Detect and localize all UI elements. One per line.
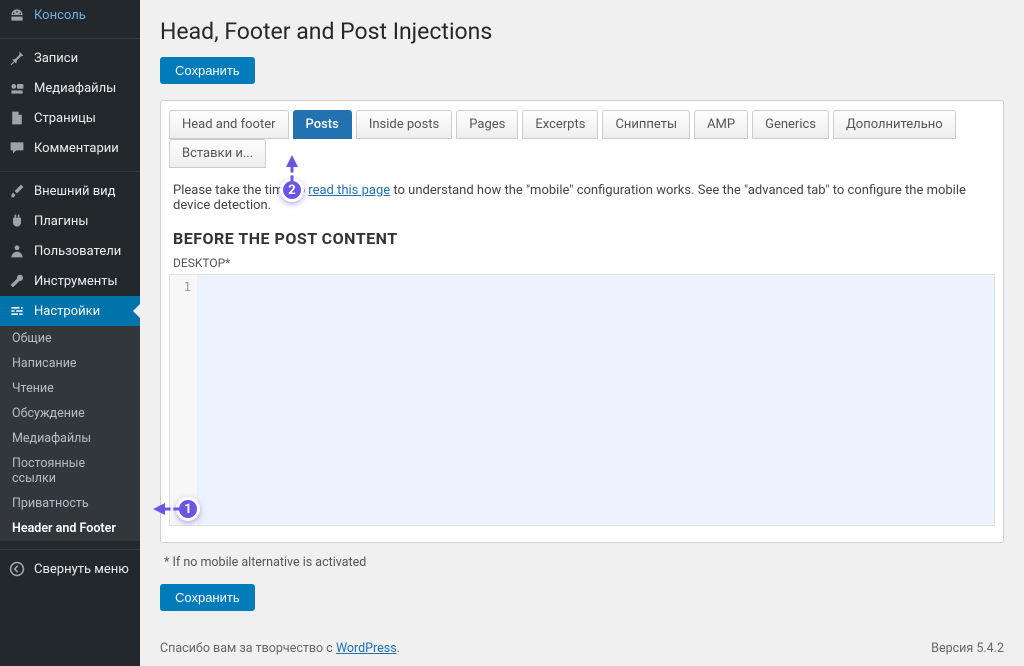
menu-label: Плагины xyxy=(34,214,88,229)
menu-label: Инструменты xyxy=(34,274,118,289)
menu-label: Внешний вид xyxy=(34,184,116,199)
submenu-privacy[interactable]: Приватность xyxy=(0,491,140,516)
tab-inside-posts[interactable]: Inside posts xyxy=(356,110,452,139)
settings-submenu: Общие Написание Чтение Обсуждение Медиаф… xyxy=(0,326,140,541)
menu-item-tools[interactable]: Инструменты xyxy=(0,266,140,296)
callout-badge-1: 1 xyxy=(176,497,200,521)
menu-item-plugins[interactable]: Плагины xyxy=(0,206,140,236)
menu-item-users[interactable]: Пользователи xyxy=(0,236,140,266)
save-button-top[interactable]: Сохранить xyxy=(160,57,255,84)
wordpress-link[interactable]: WordPress xyxy=(336,641,397,656)
menu-label: Страницы xyxy=(34,111,96,126)
menu-item-comments[interactable]: Комментарии xyxy=(0,133,140,163)
tab-excerpts[interactable]: Excerpts xyxy=(522,110,598,139)
submenu-general[interactable]: Общие xyxy=(0,326,140,351)
editor-gutter: 1 xyxy=(170,275,198,525)
footnote: * If no mobile alternative is activated xyxy=(160,543,1004,570)
submenu-permalinks[interactable]: Постоянные ссылки xyxy=(0,451,140,491)
tab-generics[interactable]: Generics xyxy=(752,110,829,139)
menu-item-media[interactable]: Медиафайлы xyxy=(0,73,140,103)
collapse-icon xyxy=(8,560,26,578)
pin-icon xyxy=(8,49,26,67)
tab-head-footer[interactable]: Head and footer xyxy=(169,110,289,139)
media-icon xyxy=(8,79,26,97)
menu-label: Настройки xyxy=(34,304,100,319)
tab-snippets[interactable]: Сниппеты xyxy=(602,110,690,139)
submenu-discussion[interactable]: Обсуждение xyxy=(0,401,140,426)
submenu-media[interactable]: Медиафайлы xyxy=(0,426,140,451)
code-editor: 1 xyxy=(169,274,995,526)
page-icon xyxy=(8,109,26,127)
sliders-icon xyxy=(8,302,26,320)
section-title: BEFORE THE POST CONTENT xyxy=(173,229,991,248)
menu-separator xyxy=(0,34,140,39)
save-button-bottom[interactable]: Сохранить xyxy=(160,584,255,611)
admin-sidebar: Консоль Записи Медиафайлы Страницы Комме… xyxy=(0,0,140,666)
menu-collapse[interactable]: Свернуть меню xyxy=(0,554,140,584)
wrench-icon xyxy=(8,272,26,290)
plug-icon xyxy=(8,212,26,230)
wp-footer: Спасибо вам за творчество с WordPress. В… xyxy=(140,631,1024,666)
menu-label: Пользователи xyxy=(34,244,121,259)
field-label-desktop: DESKTOP* xyxy=(169,254,995,272)
menu-label: Медиафайлы xyxy=(34,81,116,96)
dashboard-icon xyxy=(8,6,26,24)
submenu-writing[interactable]: Написание xyxy=(0,351,140,376)
submenu-reading[interactable]: Чтение xyxy=(0,376,140,401)
brush-icon xyxy=(8,182,26,200)
menu-label: Консоль xyxy=(34,8,86,23)
menu-separator xyxy=(0,167,140,172)
code-textarea[interactable] xyxy=(198,275,994,525)
menu-item-posts[interactable]: Записи xyxy=(0,43,140,73)
footer-version: Версия 5.4.2 xyxy=(931,641,1004,656)
submenu-header-footer[interactable]: Header and Footer xyxy=(0,516,140,541)
menu-separator xyxy=(0,545,140,550)
gutter-line-number: 1 xyxy=(170,279,191,295)
main-content: Head, Footer and Post Injections Сохрани… xyxy=(140,0,1024,666)
menu-label: Записи xyxy=(34,51,78,66)
menu-item-dashboard[interactable]: Консоль xyxy=(0,0,140,30)
menu-item-appearance[interactable]: Внешний вид xyxy=(0,176,140,206)
user-icon xyxy=(8,242,26,260)
menu-label: Комментарии xyxy=(34,141,119,156)
tab-advanced[interactable]: Дополнительно xyxy=(833,110,956,139)
tab-pages[interactable]: Pages xyxy=(456,110,518,139)
menu-item-pages[interactable]: Страницы xyxy=(0,103,140,133)
tab-amp[interactable]: AMP xyxy=(694,110,748,139)
tab-posts[interactable]: Posts xyxy=(293,110,352,139)
info-link[interactable]: read this page xyxy=(308,183,390,198)
callout-badge-2: 2 xyxy=(280,178,304,202)
tab-inserts[interactable]: Вставки и... xyxy=(169,139,266,168)
menu-label: Свернуть меню xyxy=(34,562,129,577)
footer-thanks: Спасибо вам за творчество с WordPress. xyxy=(160,641,400,656)
menu-item-settings[interactable]: Настройки xyxy=(0,296,140,326)
page-title: Head, Footer and Post Injections xyxy=(160,10,1004,57)
comment-icon xyxy=(8,139,26,157)
